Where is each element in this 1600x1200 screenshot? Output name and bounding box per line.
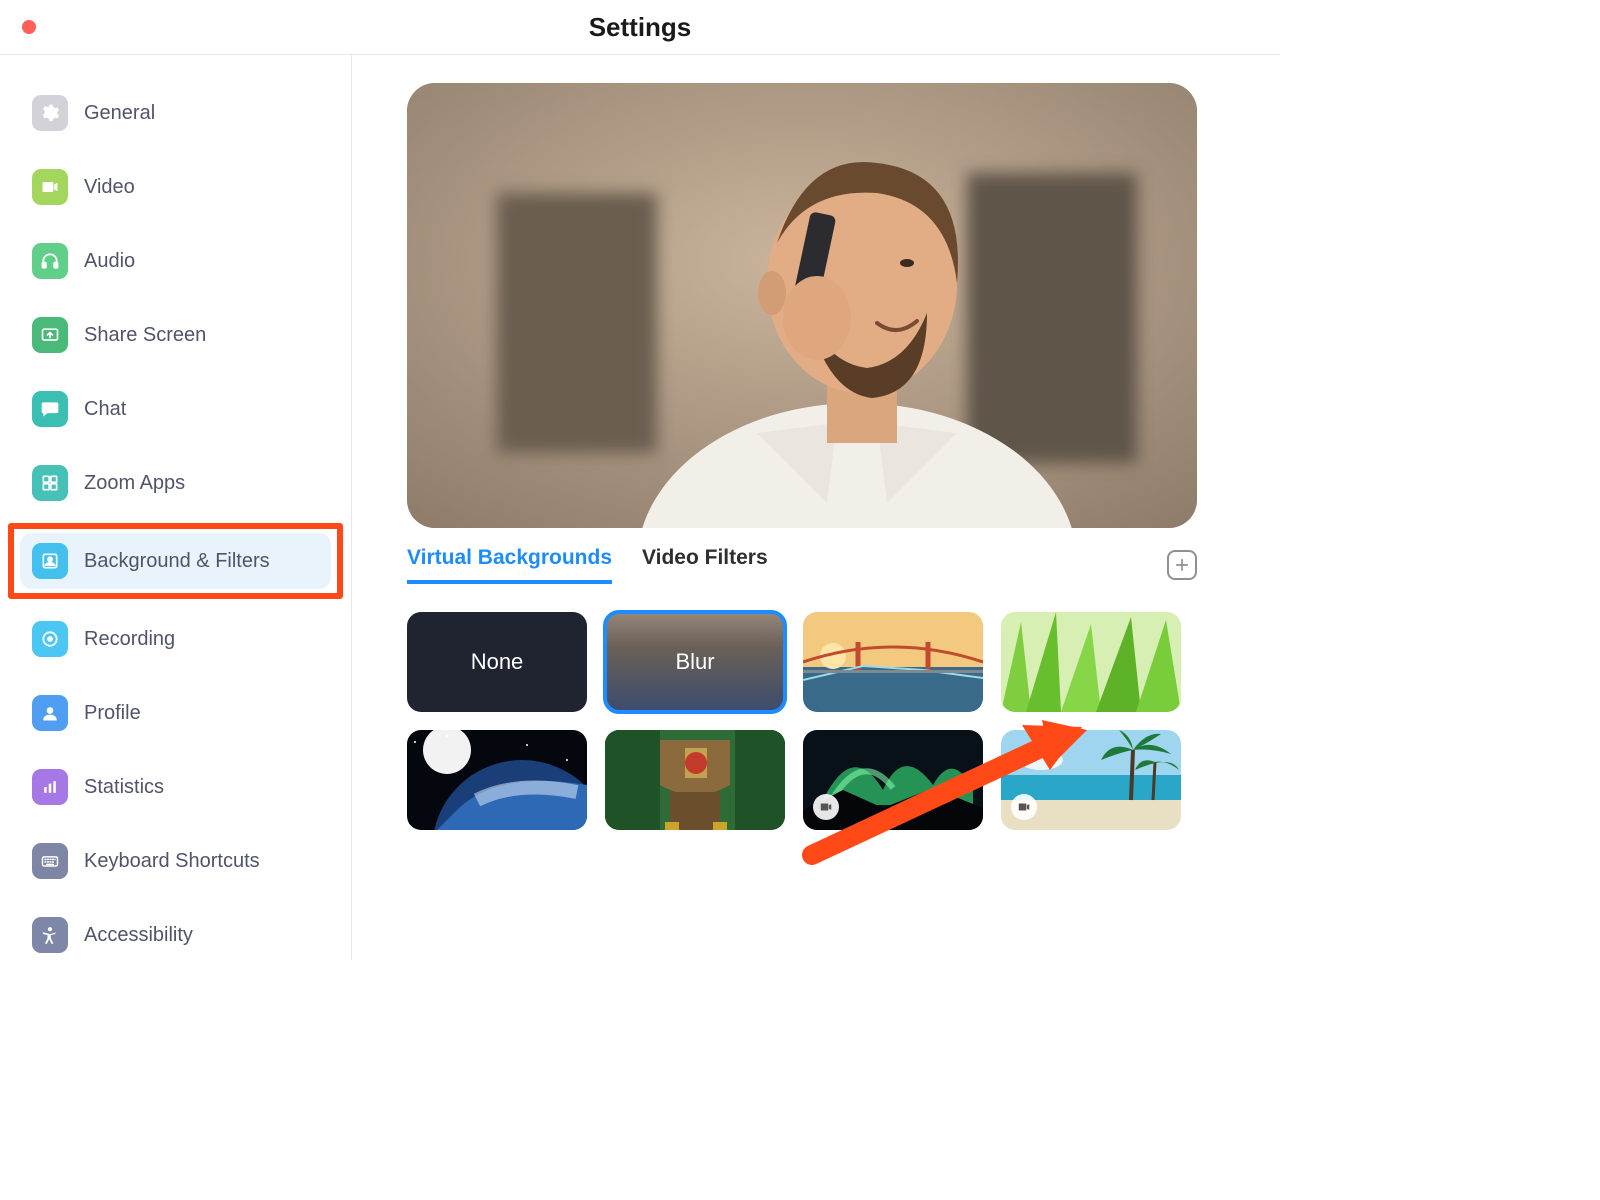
background-option-beach[interactable]	[1001, 730, 1181, 830]
sidebar-item-profile[interactable]: Profile	[20, 685, 331, 741]
sidebar-item-label: Chat	[84, 398, 126, 421]
background-icon	[32, 543, 68, 579]
keyboard-icon	[32, 843, 68, 879]
annotation-highlight-box: Background & Filters	[8, 523, 343, 599]
profile-icon	[32, 695, 68, 731]
sidebar-item-recording[interactable]: Recording	[20, 611, 331, 667]
accessibility-icon	[32, 917, 68, 953]
sidebar-item-background-filters[interactable]: Background & Filters	[20, 533, 331, 589]
sidebar-item-video[interactable]: Video	[20, 159, 331, 215]
add-background-button[interactable]	[1167, 550, 1197, 580]
background-option-jurassic[interactable]	[605, 730, 785, 830]
gear-icon	[32, 95, 68, 131]
sidebar-item-label: Keyboard Shortcuts	[84, 850, 260, 873]
tab-video-filters[interactable]: Video Filters	[642, 546, 768, 584]
sidebar-item-label: General	[84, 102, 155, 125]
stats-icon	[32, 769, 68, 805]
main: General Video Audio Share Screen Chat	[0, 55, 1280, 960]
background-option-golden-gate[interactable]	[803, 612, 983, 712]
share-screen-icon	[32, 317, 68, 353]
background-option-blur[interactable]: Blur	[605, 612, 785, 712]
sidebar-item-label: Recording	[84, 628, 175, 651]
background-label: Blur	[675, 649, 714, 675]
sidebar-item-zoom-apps[interactable]: Zoom Apps	[20, 455, 331, 511]
tab-virtual-backgrounds[interactable]: Virtual Backgrounds	[407, 546, 612, 584]
tabs-row: Virtual Backgrounds Video Filters	[407, 546, 1197, 584]
close-window-button[interactable]	[22, 20, 36, 34]
sidebar-item-keyboard-shortcuts[interactable]: Keyboard Shortcuts	[20, 833, 331, 889]
record-icon	[32, 621, 68, 657]
titlebar: Settings	[0, 0, 1280, 55]
chat-icon	[32, 391, 68, 427]
video-preview	[407, 83, 1197, 528]
sidebar-item-label: Background & Filters	[84, 550, 270, 573]
sidebar-item-statistics[interactable]: Statistics	[20, 759, 331, 815]
sidebar-item-label: Video	[84, 176, 135, 199]
sidebar-item-label: Statistics	[84, 776, 164, 799]
sidebar-item-general[interactable]: General	[20, 85, 331, 141]
background-grid: None Blur	[407, 612, 1227, 830]
background-option-earth[interactable]	[407, 730, 587, 830]
sidebar-item-label: Audio	[84, 250, 135, 273]
sidebar-item-share-screen[interactable]: Share Screen	[20, 307, 331, 363]
sidebar-item-chat[interactable]: Chat	[20, 381, 331, 437]
sidebar-item-audio[interactable]: Audio	[20, 233, 331, 289]
tabs: Virtual Backgrounds Video Filters	[407, 546, 768, 584]
apps-icon	[32, 465, 68, 501]
window-title: Settings	[0, 12, 1280, 43]
sidebar-item-label: Zoom Apps	[84, 472, 185, 495]
background-label: None	[471, 649, 524, 675]
video-indicator-icon	[813, 794, 839, 820]
content-pane: Virtual Backgrounds Video Filters None B…	[352, 55, 1280, 960]
sidebar: General Video Audio Share Screen Chat	[0, 55, 352, 960]
sidebar-item-label: Profile	[84, 702, 141, 725]
sidebar-item-accessibility[interactable]: Accessibility	[20, 907, 331, 963]
video-icon	[32, 169, 68, 205]
sidebar-item-label: Accessibility	[84, 924, 193, 947]
background-option-none[interactable]: None	[407, 612, 587, 712]
sidebar-item-label: Share Screen	[84, 324, 206, 347]
headphones-icon	[32, 243, 68, 279]
video-indicator-icon	[1011, 794, 1037, 820]
background-option-grass[interactable]	[1001, 612, 1181, 712]
background-option-northern-lights[interactable]	[803, 730, 983, 830]
